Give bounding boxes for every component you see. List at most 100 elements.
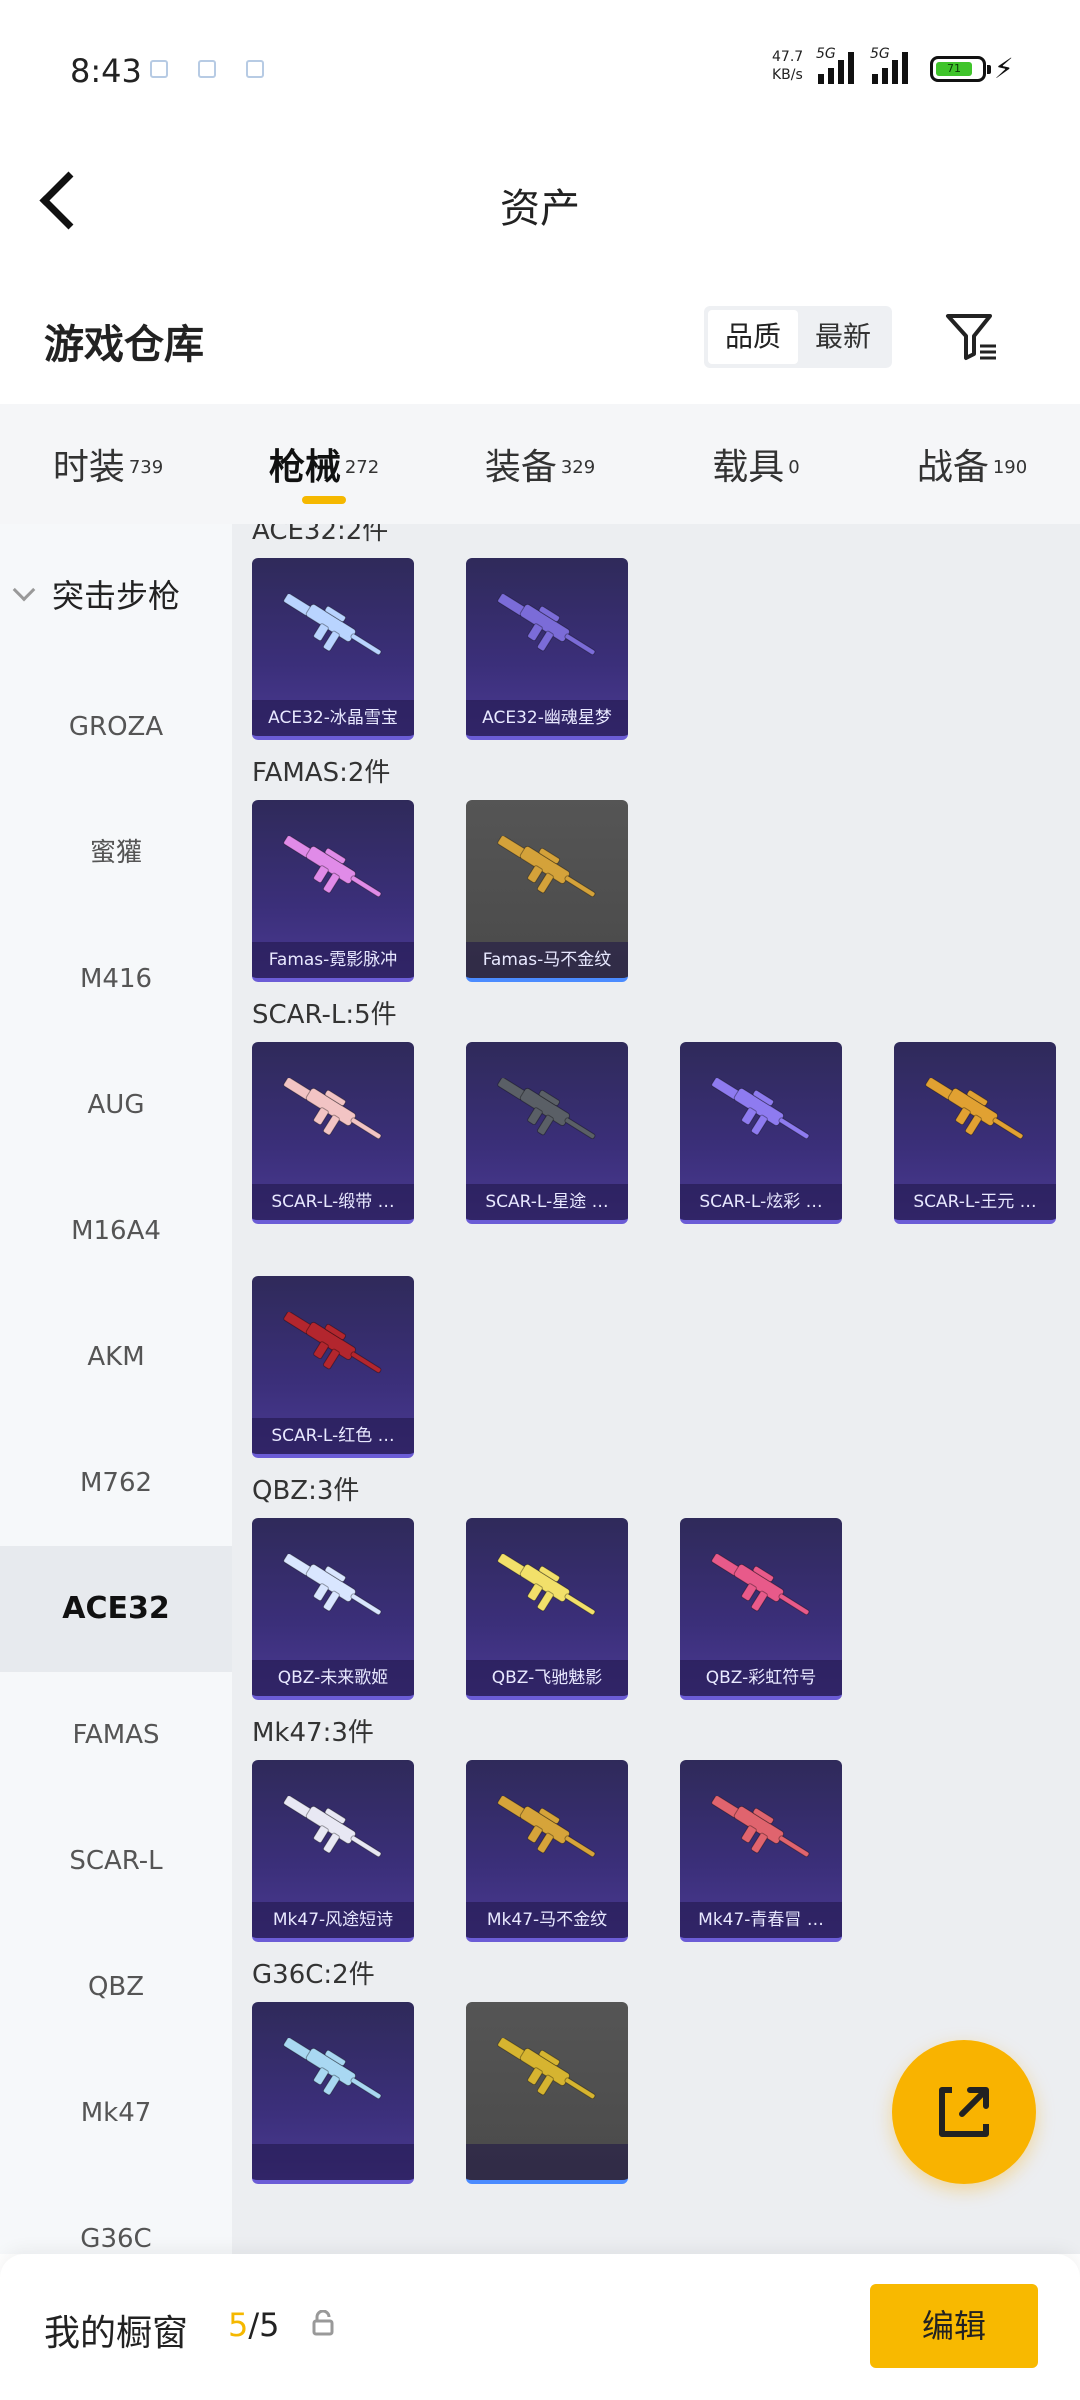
weapon-name: SCAR-L-王元 … [894,1184,1056,1220]
sidebar-item[interactable]: G36C [0,2176,232,2254]
group-title: QBZ:3件 [252,1476,360,1506]
active-tab-indicator [302,496,346,504]
sidebar-item[interactable]: 蜜獾 [0,790,232,916]
battery-icon: 71 [930,56,991,82]
weapon-grid: ACE32:2件 ACE32-冰晶雪宝 ACE32-幽魂星梦 FAMAS:2件 Fama… [232,524,1080,2254]
showcase-bar: 我的橱窗 5/5 编辑 [0,2254,1080,2400]
weapon-card[interactable]: ACE32-冰晶雪宝 [252,558,414,740]
weapon-name: SCAR-L-红色 … [252,1418,414,1454]
weapon-card[interactable]: QBZ-彩虹符号 [680,1518,842,1700]
weapon-card[interactable]: ACE32-幽魂星梦 [466,558,628,740]
weapon-card[interactable]: Famas-霓影脉冲 [252,800,414,982]
weapon-card[interactable]: SCAR-L-星途 … [466,1042,628,1224]
group-title: ACE32:2件 [252,524,389,546]
tab-firearms[interactable]: 枪械 272 [216,404,432,524]
weapon-card[interactable] [252,2002,414,2184]
sidebar-category-assault-rifle[interactable]: 突击步枪 [0,524,232,664]
showcase-label: 我的橱窗 [44,2313,189,2354]
app-header: 资产 [0,140,1080,260]
rifle-icon [497,1796,596,1858]
share-icon [939,2087,989,2137]
weapon-card-grid: Famas-霓影脉冲 Famas-马不金纹 [232,800,1080,982]
weapon-name: Mk47-青春冒 … [680,1902,842,1938]
rifle-icon [711,1078,810,1140]
weapon-card[interactable] [466,2002,628,2184]
sort-toggle: 品质 最新 [704,306,892,368]
sidebar-item[interactable]: M16A4 [0,1168,232,1294]
rifle-icon [497,1078,596,1140]
signal-icon: 5G [870,46,908,84]
weapon-name: SCAR-L-星途 … [466,1184,628,1220]
group-title: SCAR-L:5件 [252,1000,397,1030]
weapon-card[interactable]: SCAR-L-缎带 … [252,1042,414,1224]
sidebar-item[interactable]: AUG [0,1042,232,1168]
sidebar-item[interactable]: QBZ [0,1924,232,2050]
weapon-name: QBZ-飞驰魅影 [466,1660,628,1696]
weapon-name: SCAR-L-炫彩 … [680,1184,842,1220]
status-bar: 8:43 47.7 KB/s 5G 5G 71 ⚡ [0,0,1080,140]
signal-icon: 5G [816,46,854,84]
sidebar-item[interactable]: AKM [0,1294,232,1420]
chevron-down-icon [12,578,36,602]
rifle-icon [283,2038,382,2100]
sidebar-item[interactable]: Mk47 [0,2050,232,2176]
charging-icon: ⚡ [994,52,1014,85]
category-tabs: 时装 739 枪械 272 装备 329 载具 0 战备 190 [0,404,1080,524]
tab-vehicles[interactable]: 载具 0 [648,404,864,524]
weapon-card[interactable]: Mk47-风途短诗 [252,1760,414,1942]
rifle-icon [497,836,596,898]
weapon-card[interactable]: QBZ-未来歌姬 [252,1518,414,1700]
weapon-card[interactable]: SCAR-L-王元 … [894,1042,1056,1224]
weapon-name: Mk47-风途短诗 [252,1902,414,1938]
rifle-icon [711,1796,810,1858]
status-time: 8:43 [70,52,142,90]
tab-supplies[interactable]: 战备 190 [864,404,1080,524]
edit-button[interactable]: 编辑 [870,2284,1038,2368]
weapon-card-grid: SCAR-L-缎带 … SCAR-L-星途 … SCAR-L-炫彩 … SCAR-L-… [232,1042,1080,1458]
network-speed: 47.7 KB/s [772,49,804,83]
sort-newest-option[interactable]: 最新 [798,310,888,364]
notification-icon [150,60,168,78]
group-title: FAMAS:2件 [252,758,391,788]
weapon-card-grid: Mk47-风途短诗 Mk47-马不金纹 Mk47-青春冒 … [232,1760,1080,1942]
sidebar-item[interactable]: FAMAS [0,1672,232,1798]
weapon-card[interactable]: Mk47-青春冒 … [680,1760,842,1942]
filter-icon[interactable] [944,310,1000,364]
rifle-icon [283,1078,382,1140]
notification-icon [198,60,216,78]
weapon-card[interactable]: SCAR-L-红色 … [252,1276,414,1458]
weapon-card-grid: QBZ-未来歌姬 QBZ-飞驰魅影 QBZ-彩虹符号 [232,1518,1080,1700]
rifle-icon [497,1554,596,1616]
sidebar-item[interactable]: SCAR-L [0,1798,232,1924]
weapon-name [466,2144,628,2180]
weapon-name: SCAR-L-缎带 … [252,1184,414,1220]
weapon-name: QBZ-彩虹符号 [680,1660,842,1696]
group-title: Mk47:3件 [252,1718,374,1748]
weapon-name: QBZ-未来歌姬 [252,1660,414,1696]
weapon-name [252,2144,414,2180]
weapon-card[interactable]: Mk47-马不金纹 [466,1760,628,1942]
sidebar-item[interactable]: M762 [0,1420,232,1546]
tab-fashion[interactable]: 时装 739 [0,404,216,524]
notification-icon [246,60,264,78]
rifle-icon [497,594,596,656]
weapon-card[interactable]: Famas-马不金纹 [466,800,628,982]
warehouse-title: 游戏仓库 [44,322,204,368]
group-title: G36C:2件 [252,1960,375,1990]
rifle-icon [283,836,382,898]
weapon-card[interactable]: SCAR-L-炫彩 … [680,1042,842,1224]
weapon-name: ACE32-幽魂星梦 [466,700,628,736]
sort-quality-option[interactable]: 品质 [708,310,798,364]
rifle-icon [497,2038,596,2100]
weapon-name: ACE32-冰晶雪宝 [252,700,414,736]
sidebar-item[interactable]: GROZA [0,664,232,790]
rifle-icon [711,1554,810,1616]
sidebar-item[interactable]: M416 [0,916,232,1042]
tab-equipment[interactable]: 装备 329 [432,404,648,524]
weapon-name: Mk47-马不金纹 [466,1902,628,1938]
rifle-icon [283,1312,382,1374]
showcase-count: 5/5 [228,2306,280,2344]
share-button[interactable] [892,2040,1036,2184]
weapon-card[interactable]: QBZ-飞驰魅影 [466,1518,628,1700]
sidebar-item[interactable]: ACE32 [0,1546,232,1672]
